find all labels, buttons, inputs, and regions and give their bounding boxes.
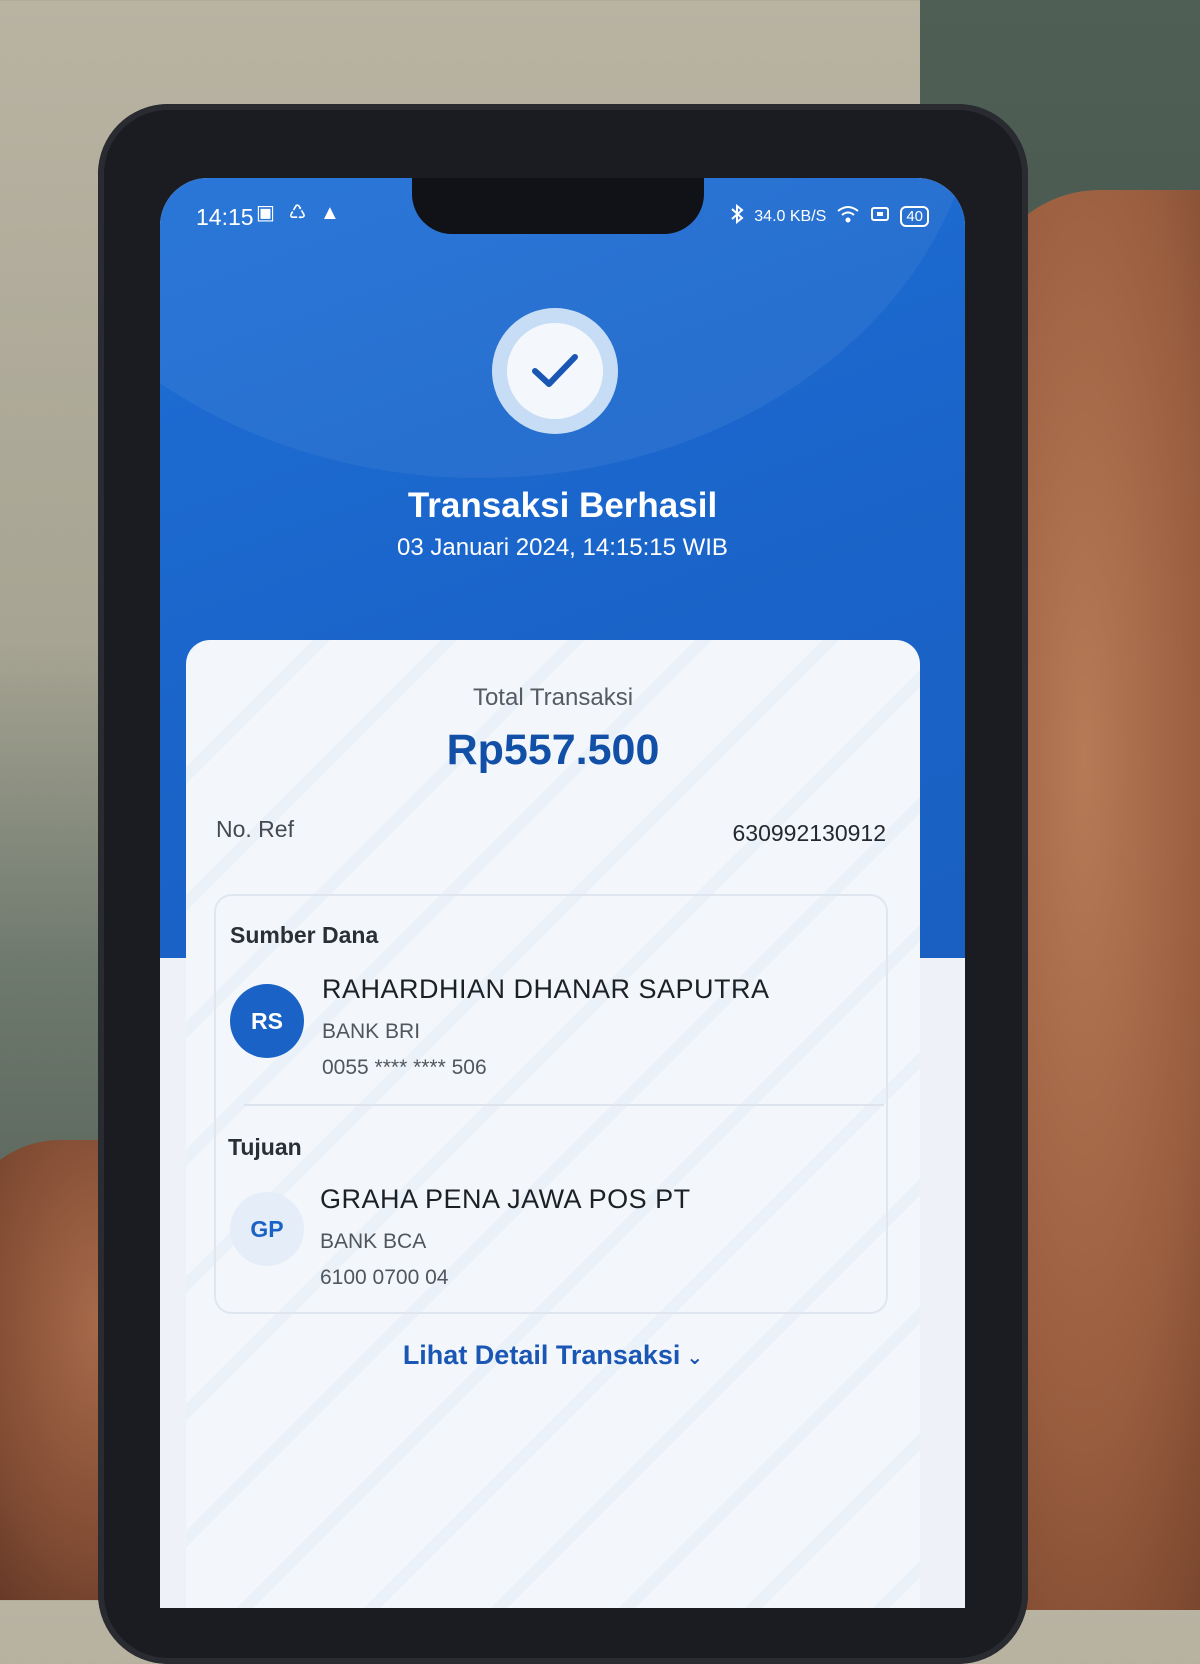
status-right-icons: 34.0 KB/S 40: [730, 203, 929, 229]
status-left-icons: ▣ ♺ ▲: [248, 200, 340, 225]
parties-box: Sumber Dana RS RAHARDHIAN DHANAR SAPUTRA…: [214, 894, 888, 1314]
source-bank: BANK BRI: [322, 1020, 421, 1043]
source-name: RAHARDHIAN DHANAR SAPUTRA: [322, 974, 770, 1004]
view-details-link[interactable]: Lihat Detail Transaksi ⌄: [186, 1340, 920, 1371]
page-title: Transaksi Berhasil: [407, 486, 718, 525]
destination-bank: BANK BCA: [320, 1230, 427, 1253]
destination-name: GRAHA PENA JAWA POS PT: [320, 1184, 691, 1214]
destination-avatar: GP: [230, 1192, 304, 1266]
wifi-icon: [836, 204, 860, 229]
source-account: 0055 **** **** 506: [322, 1056, 487, 1079]
check-icon: [532, 354, 578, 387]
camera-notch: [412, 178, 704, 234]
ref-label: No. Ref: [216, 816, 294, 842]
total-label: Total Transaksi: [472, 684, 634, 711]
source-avatar: RS: [230, 984, 304, 1058]
phone-screen: 14:15 ▣ ♺ ▲ 34.0 KB/S 40 Transaksi Berha…: [160, 178, 965, 1608]
sync-icon: ♺: [288, 202, 307, 224]
notification-icon: ▣: [256, 202, 275, 224]
success-check-badge: [492, 308, 618, 434]
battery-icon: 40: [900, 206, 929, 227]
ref-value: 630992130912: [732, 820, 887, 846]
warning-icon: ▲: [319, 202, 340, 224]
receipt-card: Total Transaksi Rp557.500 No. Ref 630992…: [186, 640, 920, 1608]
status-time: 14:15: [196, 204, 254, 230]
transaction-datetime: 03 Januari 2024, 14:15:15 WIB: [397, 534, 728, 561]
chevron-down-icon: ⌄: [686, 1347, 704, 1369]
network-speed: 34.0 KB/S: [754, 207, 827, 225]
total-amount: Rp557.500: [446, 726, 660, 774]
sim-icon: [870, 205, 890, 228]
source-section-label: Sumber Dana: [230, 922, 379, 948]
check-circle: [507, 323, 603, 419]
bluetooth-icon: [730, 203, 744, 229]
destination-section-label: Tujuan: [228, 1134, 302, 1160]
party-divider: [244, 1104, 884, 1106]
destination-account: 6100 0700 04: [320, 1266, 449, 1289]
view-details-label: Lihat Detail Transaksi: [402, 1340, 681, 1370]
